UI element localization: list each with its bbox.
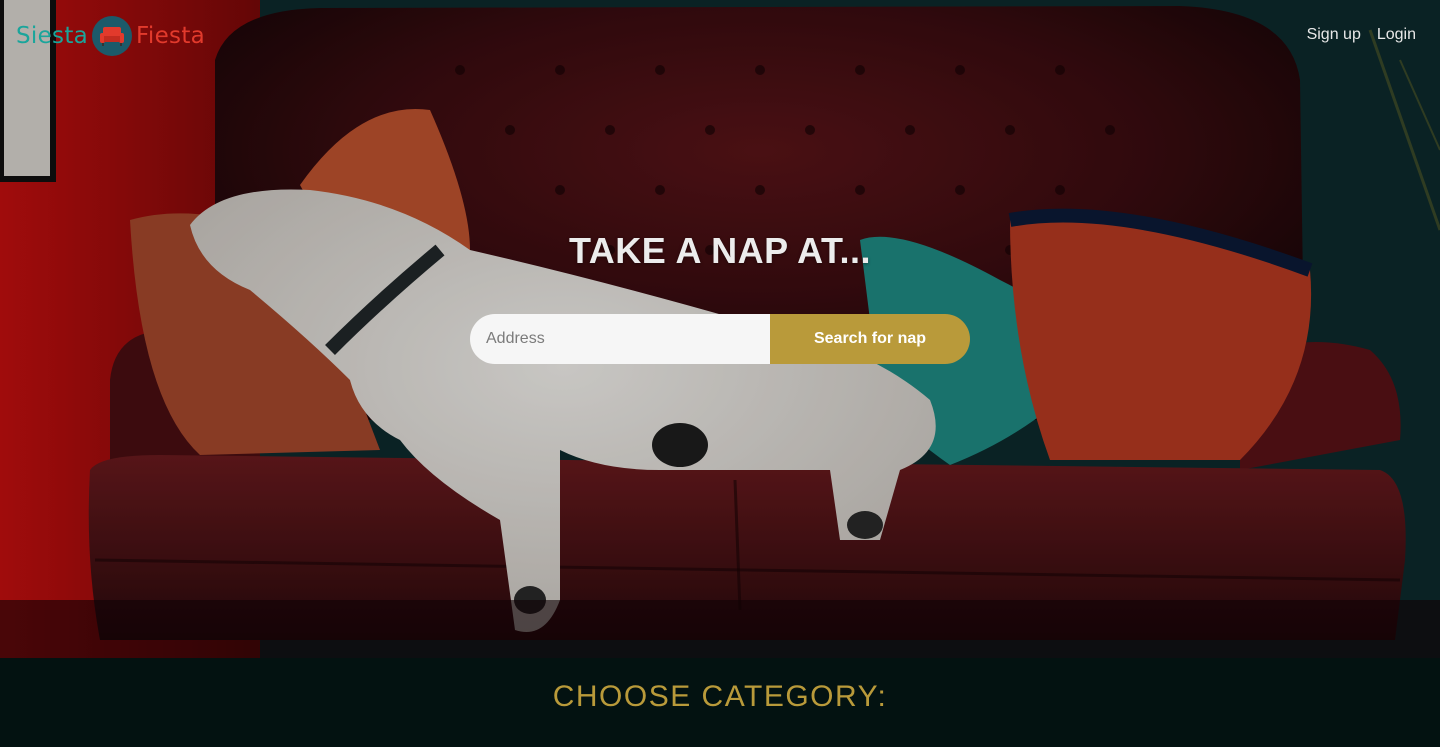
category-title: CHOOSE CATEGORY: (552, 680, 888, 713)
brand-logo-link[interactable]: Siesta Fiesta (16, 16, 205, 56)
address-input[interactable] (470, 314, 770, 364)
search-form: Search for nap (470, 314, 970, 364)
category-section: CHOOSE CATEGORY: (0, 658, 1440, 747)
sofa-icon (92, 16, 133, 56)
search-button[interactable]: Search for nap (770, 314, 970, 364)
nav-links: Sign up Login (1307, 26, 1416, 44)
brand-fiesta-text: Fiesta (136, 23, 206, 49)
navbar: Siesta Fiesta Sign up Login (0, 0, 1440, 70)
brand-siesta-text: Siesta (16, 23, 89, 49)
login-link[interactable]: Login (1377, 26, 1416, 44)
signup-link[interactable]: Sign up (1307, 26, 1361, 44)
hero-title: TAKE A NAP AT... (568, 230, 871, 271)
hero-section: Siesta Fiesta Sign up Login TAKE A NAP A… (0, 0, 1440, 658)
